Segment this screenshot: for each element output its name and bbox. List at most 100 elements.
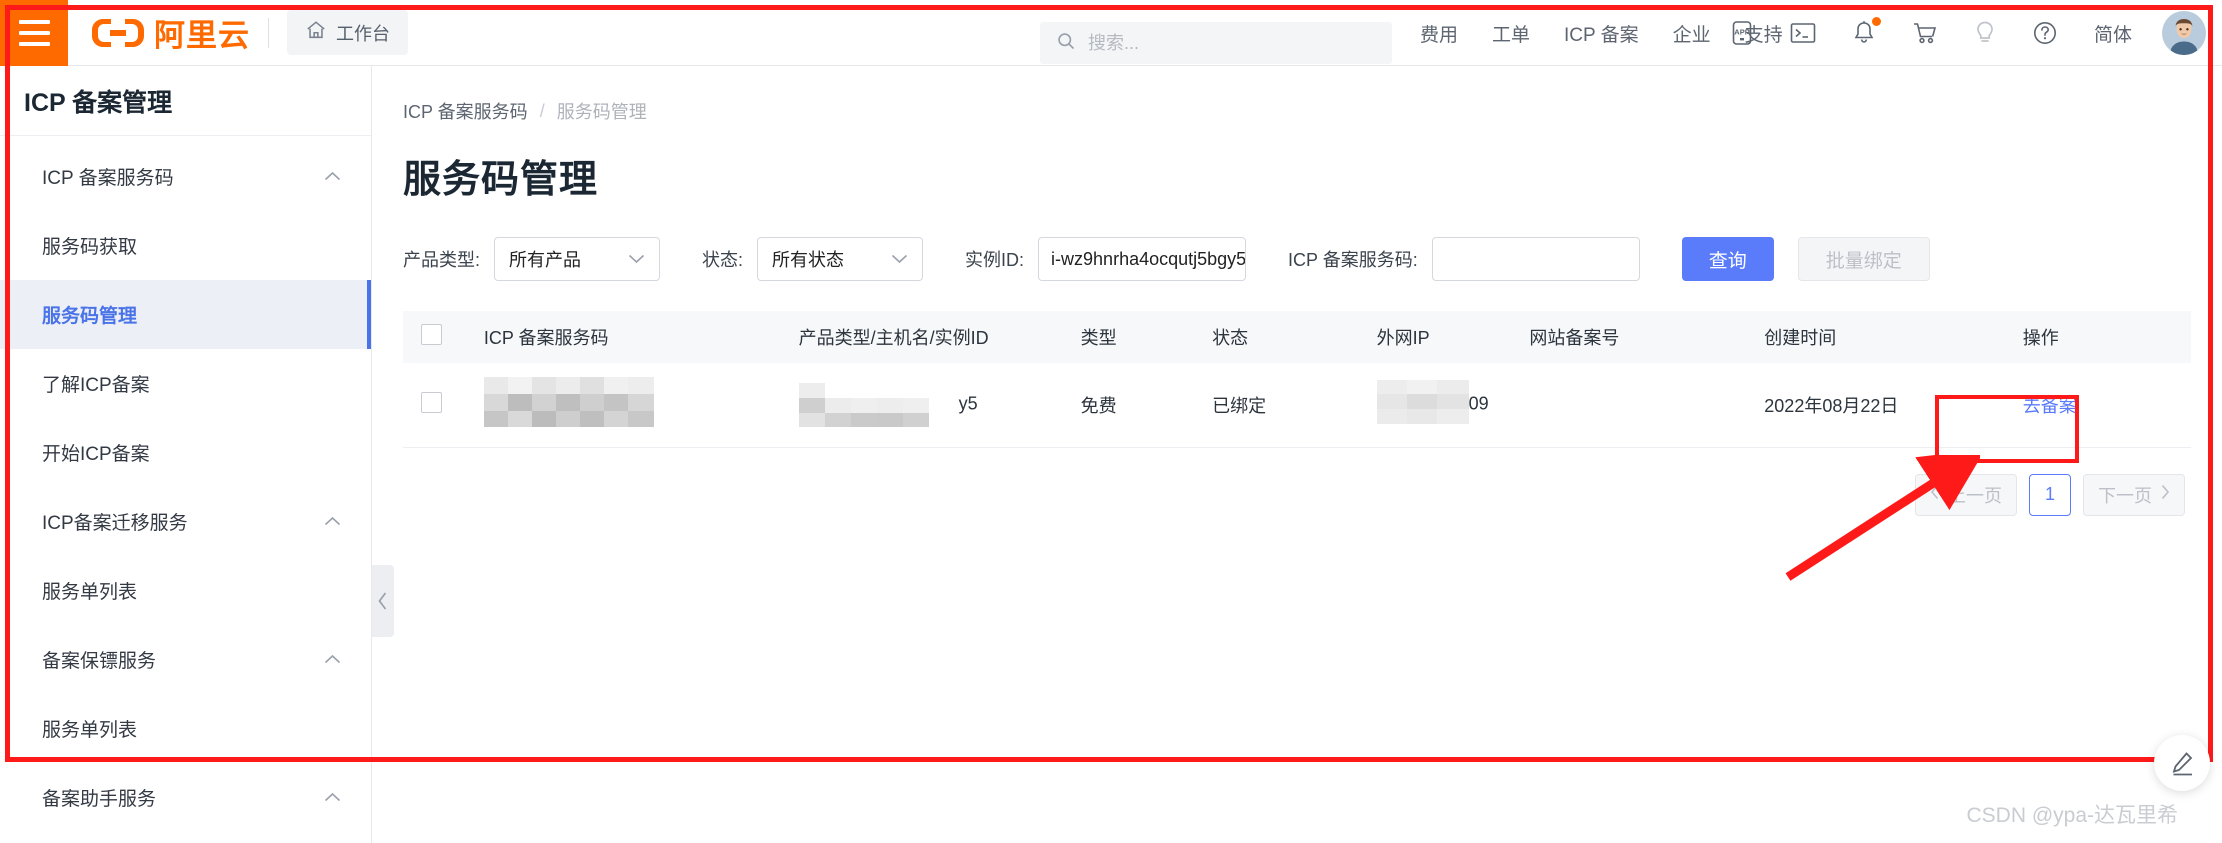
pagination-next-button: 下一页 — [2083, 473, 2185, 516]
sidebar-item-service-order-list-1[interactable]: 服务单列表 — [0, 556, 371, 625]
chevron-up-icon — [324, 652, 341, 668]
column-header-create-time: 创建时间 — [1756, 311, 2015, 363]
sidebar-item-icp-migration-service[interactable]: ICP备案迁移服务 — [0, 487, 371, 556]
cell-public-ip: 09 — [1368, 363, 1522, 448]
sidebar-item-label: 备案助手服务 — [42, 789, 157, 810]
select-all-checkbox[interactable] — [421, 324, 442, 345]
help-question-icon[interactable] — [2032, 20, 2058, 46]
breadcrumb-separator: / — [539, 100, 545, 121]
left-sidebar: ICP 备案管理 ICP 备案服务码 服务码获取 服务码管理 了解ICP备案 开… — [0, 66, 372, 843]
status-value: 所有状态 — [772, 250, 845, 270]
query-button[interactable]: 查询 — [1681, 237, 1774, 281]
column-header-service-code: ICP 备案服务码 — [475, 311, 791, 363]
svg-text:APP: APP — [1734, 28, 1749, 37]
sidebar-item-label: 服务单列表 — [42, 720, 138, 741]
public-ip-suffix: 09 — [1468, 393, 1489, 414]
sidebar-item-filing-bodyguard-service[interactable]: 备案保镖服务 — [0, 625, 371, 694]
shopping-cart-icon[interactable] — [1912, 21, 1938, 45]
sidebar-item-label: 服务码管理 — [42, 306, 138, 327]
page-root: 阿里云 工作台 费用 工单 — [0, 0, 2222, 843]
sidebar-item-service-order-list-2[interactable]: 服务单列表 — [0, 694, 371, 763]
sidebar-item-service-order-list-3[interactable]: 服务单列表 — [0, 832, 371, 843]
chevron-up-icon — [324, 790, 341, 806]
cell-action: 去备案 — [2014, 363, 2191, 448]
nav-link-enterprise[interactable]: 企业 — [1673, 20, 1711, 47]
chevron-down-icon — [891, 251, 908, 268]
redacted-public-ip — [1376, 380, 1469, 429]
status-select[interactable]: 所有状态 — [757, 237, 924, 281]
row-checkbox[interactable] — [421, 391, 442, 413]
topbar-divider — [268, 17, 269, 48]
aliyun-brand-text: 阿里云 — [154, 18, 250, 53]
topbar-icon-group: APP 简体 — [1730, 0, 2132, 66]
column-header-status: 状态 — [1204, 311, 1369, 363]
instance-id-value: i-wz9hnrha4ocqutj5bgy5 — [1051, 248, 1247, 269]
table-header-row: ICP 备案服务码 产品类型/主机名/实例ID 类型 状态 外网IP 网站备案号… — [403, 311, 2191, 363]
hamburger-line — [18, 30, 50, 35]
sidebar-item-service-code-obtain[interactable]: 服务码获取 — [0, 211, 371, 280]
sidebar-item-label: 服务码获取 — [42, 237, 138, 258]
status-badge: 已绑定 — [1204, 363, 1369, 448]
service-code-label: ICP 备案服务码: — [1288, 250, 1418, 270]
instance-id-label: 实例ID: — [965, 250, 1025, 270]
workbench-label: 工作台 — [336, 23, 390, 44]
hamburger-line — [18, 19, 50, 24]
chevron-up-icon — [324, 514, 341, 530]
sidebar-menu: ICP 备案服务码 服务码获取 服务码管理 了解ICP备案 开始ICP备案 IC… — [0, 136, 371, 843]
column-header-type: 类型 — [1072, 311, 1205, 363]
sidebar-item-label: 服务单列表 — [42, 582, 138, 603]
sidebar-item-label: ICP备案迁移服务 — [42, 513, 188, 534]
redacted-service-code — [483, 377, 654, 432]
workbench-button[interactable]: 工作台 — [287, 10, 408, 55]
instance-id-input[interactable]: i-wz9hnrha4ocqutj5bgy5 — [1038, 237, 1247, 281]
column-header-site-record-no: 网站备案号 — [1521, 311, 1757, 363]
csdn-watermark: CSDN @ypa-达瓦里希 — [1966, 804, 2178, 827]
topbar-nav-links: 费用 工单 ICP 备案 企业 支持 — [1420, 0, 1783, 66]
sidebar-item-label: 了解ICP备案 — [42, 375, 150, 396]
notification-badge-dot — [1871, 17, 1881, 26]
pagination: 上一页 1 下一页 — [403, 473, 2191, 516]
sidebar-collapse-handle[interactable] — [372, 565, 394, 637]
user-avatar[interactable] — [2162, 11, 2206, 55]
nav-link-ticket[interactable]: 工单 — [1492, 20, 1530, 47]
sidebar-item-start-icp[interactable]: 开始ICP备案 — [0, 418, 371, 487]
chevron-up-icon — [324, 169, 341, 185]
cell-type: 免费 — [1072, 363, 1205, 448]
cell-create-time: 2022年08月22日 — [1756, 363, 2015, 448]
chevron-right-icon — [2160, 484, 2170, 505]
sidebar-item-icp-service-code[interactable]: ICP 备案服务码 — [0, 142, 371, 211]
global-search-box[interactable] — [1040, 22, 1392, 64]
batch-bind-button: 批量绑定 — [1797, 237, 1930, 281]
breadcrumb-current: 服务码管理 — [556, 102, 647, 122]
sidebar-item-service-code-management[interactable]: 服务码管理 — [0, 280, 371, 349]
nav-link-icp-filing[interactable]: ICP 备案 — [1564, 20, 1639, 47]
pagination-page-1[interactable]: 1 — [2029, 473, 2071, 516]
cell-service-code — [475, 363, 791, 448]
sidebar-item-label: ICP 备案服务码 — [42, 168, 174, 189]
cell-site-record-no — [1521, 363, 1757, 448]
edit-pencil-icon[interactable] — [2154, 735, 2210, 791]
service-code-input[interactable] — [1431, 237, 1640, 281]
sidebar-title: ICP 备案管理 — [0, 66, 371, 136]
nav-link-fee[interactable]: 费用 — [1420, 20, 1458, 47]
pagination-prev-label: 上一页 — [1948, 485, 2002, 506]
go-to-filing-link[interactable]: 去备案 — [2023, 396, 2077, 416]
sidebar-item-label: 备案保镖服务 — [42, 651, 157, 672]
app-icon[interactable]: APP — [1730, 20, 1754, 46]
column-header-public-ip: 外网IP — [1368, 311, 1522, 363]
hamburger-menu-icon[interactable] — [0, 0, 68, 66]
product-type-label: 产品类型: — [403, 250, 481, 270]
aliyun-logo[interactable]: 阿里云 — [90, 10, 250, 55]
hamburger-line — [18, 41, 50, 46]
console-terminal-icon[interactable] — [1790, 22, 1816, 44]
notification-bell-icon[interactable] — [1852, 17, 1881, 46]
product-type-select[interactable]: 所有产品 — [494, 237, 661, 281]
breadcrumb-parent[interactable]: ICP 备案服务码 — [403, 98, 528, 124]
language-switch[interactable]: 简体 — [2094, 20, 2132, 47]
lightbulb-idea-icon[interactable] — [1974, 20, 1996, 46]
sidebar-item-filing-assistant-service[interactable]: 备案助手服务 — [0, 763, 371, 832]
search-input[interactable] — [1088, 32, 1376, 54]
select-all-header — [403, 311, 476, 363]
product-instance-suffix: y5 — [958, 393, 978, 414]
sidebar-item-learn-icp[interactable]: 了解ICP备案 — [0, 349, 371, 418]
